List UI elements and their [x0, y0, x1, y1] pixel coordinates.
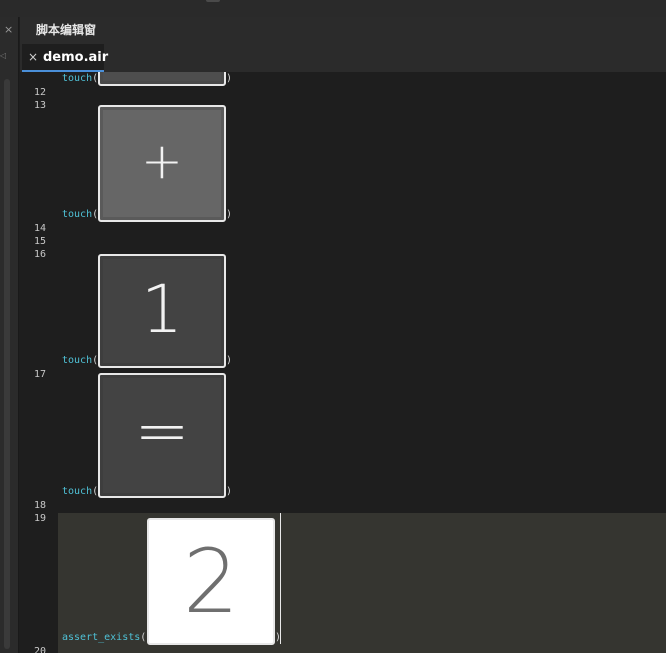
plus-icon: +	[141, 132, 183, 190]
touch-target-image-plus[interactable]: +	[98, 105, 226, 222]
equals-icon: =	[134, 392, 190, 469]
code-line[interactable]: assert_exists(	[62, 632, 146, 644]
text-cursor	[280, 513, 281, 644]
function-name: touch	[62, 209, 93, 220]
window-handle	[206, 0, 220, 2]
digit-one-icon: 1	[141, 271, 183, 348]
function-name: touch	[62, 73, 93, 84]
tab-demo-air[interactable]: × demo.air	[22, 44, 108, 72]
function-name: touch	[62, 486, 93, 497]
code-close-paren: )	[226, 486, 233, 497]
code-line[interactable]: touch(	[62, 209, 98, 221]
line-number: 19	[33, 513, 46, 524]
panel-title: 脚本编辑窗	[36, 23, 97, 37]
line-number: 16	[33, 249, 46, 260]
code-close-paren: )	[226, 73, 233, 84]
function-name: touch	[62, 355, 93, 366]
code-line[interactable]: touch(	[62, 355, 98, 367]
tab-close-icon[interactable]: ×	[28, 50, 38, 64]
line-number: 12	[33, 87, 46, 98]
code-editor[interactable]: 12 13 14 15 16 17 18 19 20 touch( ) + to…	[20, 72, 666, 653]
code-line[interactable]: touch(	[62, 486, 98, 498]
line-number: 14	[33, 223, 46, 234]
code-line[interactable]: touch(	[62, 73, 98, 85]
left-panel-close-icon[interactable]: ×	[4, 23, 13, 37]
line-number: 20	[33, 646, 46, 653]
digit-two-icon: 2	[183, 530, 239, 633]
touch-target-image[interactable]	[98, 72, 226, 86]
tab-label: demo.air	[43, 50, 109, 65]
assert-target-image-two[interactable]: 2	[147, 518, 275, 645]
function-name: assert_exists	[62, 632, 141, 643]
touch-target-image-equals[interactable]: =	[98, 373, 226, 498]
line-number: 18	[33, 500, 46, 511]
line-number: 17	[33, 369, 46, 380]
editor-tab-bar: × demo.air	[20, 44, 666, 72]
window-top-strip	[0, 0, 666, 17]
code-close-paren: )	[226, 355, 233, 366]
left-panel-edge-icon: ◁	[0, 51, 6, 60]
left-side-panel: × ◁	[0, 17, 19, 653]
left-panel-scrollbar[interactable]	[4, 79, 10, 649]
touch-target-image-one[interactable]: 1	[98, 254, 226, 368]
code-close-paren: )	[226, 209, 233, 220]
line-number: 15	[33, 236, 46, 247]
script-editor-header: 脚本编辑窗	[20, 17, 666, 44]
line-number: 13	[33, 100, 46, 111]
